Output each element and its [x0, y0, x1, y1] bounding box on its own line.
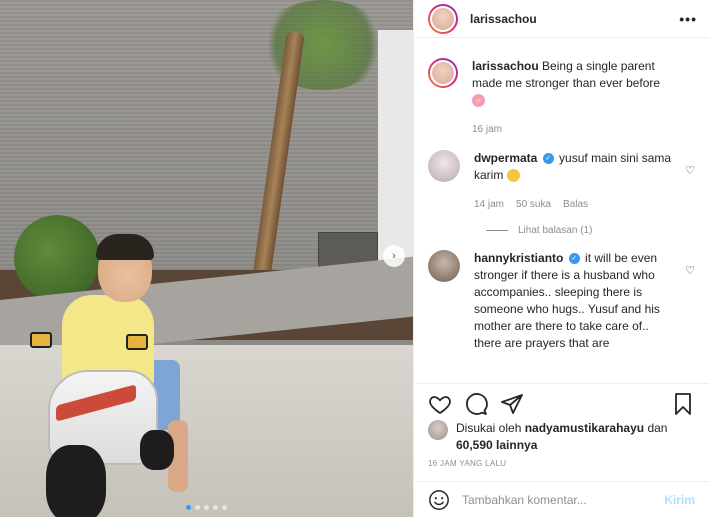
- carousel-dot: [186, 505, 191, 510]
- photo-bush: [14, 215, 100, 301]
- author-username[interactable]: larissachou: [470, 12, 679, 26]
- carousel-dot: [222, 505, 227, 510]
- comment-item: hannykristianto ✓ it will be even strong…: [428, 250, 695, 352]
- post-actions: [414, 383, 709, 417]
- bookmark-icon[interactable]: [671, 392, 695, 416]
- photo-bike-rear-wheel: [140, 430, 174, 470]
- carousel-dots: [0, 505, 413, 510]
- comment-input[interactable]: [462, 492, 665, 507]
- more-options-icon[interactable]: •••: [679, 11, 697, 27]
- comments-list[interactable]: larissachou Being a single parent made m…: [414, 58, 709, 370]
- photo-bike-handle-right: [126, 334, 148, 350]
- reply-button[interactable]: Balas: [563, 196, 588, 213]
- likes-conj: dan: [647, 421, 668, 435]
- heart-icon[interactable]: [428, 392, 452, 416]
- likes-others[interactable]: 60,590 lainnya: [456, 438, 537, 452]
- add-comment-bar: Kirim: [414, 481, 709, 517]
- comment-likes[interactable]: 50 suka: [516, 196, 551, 213]
- likes-summary: Disukai oleh nadyamustikarahayu dan 60,5…: [428, 420, 695, 454]
- carousel-next-button[interactable]: ›: [383, 245, 405, 267]
- verified-icon: ✓: [542, 153, 554, 165]
- commenter-avatar[interactable]: [428, 150, 460, 182]
- small-heart-icon[interactable]: ♡: [685, 264, 695, 277]
- post-header: larissachou •••: [414, 0, 709, 38]
- flower-emoji-icon: [472, 94, 485, 108]
- likes-prefix: Disukai oleh: [456, 421, 522, 435]
- author-avatar[interactable]: [428, 3, 458, 34]
- liker-username[interactable]: nadyamustikarahayu: [525, 421, 644, 435]
- comment-text: it will be even stronger if there is a h…: [474, 251, 660, 350]
- comment-username[interactable]: hannykristianto: [474, 251, 563, 265]
- replies-divider: [486, 230, 508, 231]
- share-icon[interactable]: [500, 392, 524, 416]
- caption-time[interactable]: 16 jam: [472, 121, 502, 138]
- carousel-dot: [195, 505, 200, 510]
- post-comment-button[interactable]: Kirim: [664, 493, 695, 507]
- caption: larissachou Being a single parent made m…: [428, 58, 695, 138]
- verified-icon: ✓: [568, 253, 580, 265]
- post-timestamp[interactable]: 16 JAM YANG LALU: [428, 459, 506, 468]
- post-photo[interactable]: ›: [0, 0, 413, 517]
- view-replies-label: Lihat balasan (1): [518, 225, 593, 236]
- photo-tree-leaves: [258, 0, 388, 90]
- caption-avatar[interactable]: [428, 58, 458, 88]
- photo-bike-handle-left: [30, 332, 52, 348]
- carousel-dot: [204, 505, 209, 510]
- comment-username[interactable]: dwpermata: [474, 151, 537, 165]
- small-heart-icon[interactable]: ♡: [685, 164, 695, 177]
- commenter-avatar[interactable]: [428, 250, 460, 282]
- caption-username[interactable]: larissachou: [472, 59, 539, 73]
- liker-avatar[interactable]: [428, 420, 448, 440]
- carousel-dot: [213, 505, 218, 510]
- view-replies-button[interactable]: Lihat balasan (1): [486, 225, 695, 236]
- post-panel: larissachou ••• larissachou Being a sing…: [413, 0, 709, 517]
- emoji-icon[interactable]: [428, 489, 450, 511]
- comment-item: dwpermata ✓ yusuf main sini sama karim 1…: [428, 150, 695, 213]
- photo-child-hair: [96, 234, 154, 260]
- comment-time[interactable]: 14 jam: [474, 196, 504, 213]
- comment-icon[interactable]: [464, 392, 488, 416]
- heart-eyes-emoji-icon: [506, 169, 520, 183]
